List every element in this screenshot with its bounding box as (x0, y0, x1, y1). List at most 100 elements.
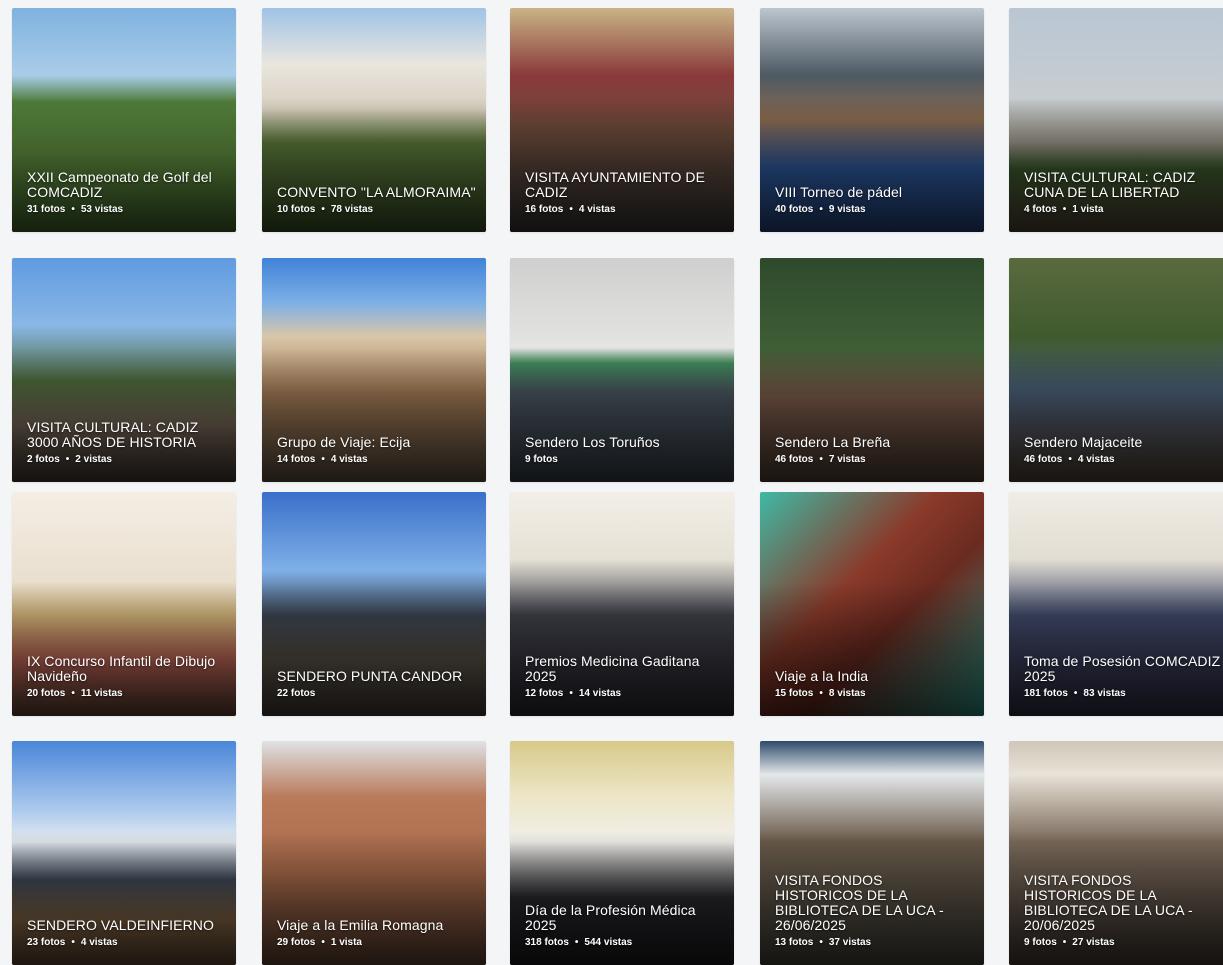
view-count: 4 vistas (330, 454, 368, 465)
album-stats: 318 fotos • 544 vistas (525, 937, 724, 949)
separator-dot: • (71, 204, 75, 215)
album-title: Sendero Majaceite (1024, 434, 1143, 450)
album-stats: 22 fotos (277, 688, 476, 700)
view-count: 2 vistas (75, 454, 112, 465)
photo-count: 46 fotos (1024, 454, 1063, 465)
view-count: 9 vistas (828, 204, 866, 215)
album-caption: SENDERO VALDEINFIERNO 23 fotos • 4 vistas (27, 918, 226, 949)
album-stats: 31 fotos • 53 vistas (27, 204, 226, 216)
album-card[interactable]: SENDERO PUNTA CANDOR 22 fotos (262, 492, 486, 716)
album-stats: 46 fotos • 7 vistas (775, 454, 974, 466)
separator-dot: • (819, 204, 823, 215)
album-card[interactable]: Día de la Profesión Médica 2025 318 fotos… (510, 741, 734, 965)
album-stats: 15 fotos • 8 vistas (775, 688, 974, 700)
view-count: 7 vistas (828, 454, 866, 465)
album-caption: Toma de Posesión COMCADIZ 2025 181 fotos •… (1024, 654, 1223, 700)
album-card[interactable]: XXII Campeonato de Golf del COMCADIZ 31 f… (12, 8, 236, 232)
album-caption: Grupo de Viaje: Ecija 14 fotos • 4 vistas (277, 435, 476, 466)
album-title: VISITA FONDOS HISTORICOS DE LA BIBLIOTEC… (775, 872, 944, 933)
photo-count: 12 fotos (525, 688, 564, 699)
separator-dot: • (1062, 937, 1067, 948)
album-title: SENDERO VALDEINFIERNO (27, 917, 214, 933)
album-caption: SENDERO PUNTA CANDOR 22 fotos (277, 669, 476, 700)
album-card[interactable]: VISITA CULTURAL: CADIZ CUNA DE LA LIBERT… (1009, 8, 1223, 232)
view-count: 4 vistas (80, 937, 118, 948)
separator-dot: • (65, 454, 70, 465)
album-card[interactable]: VISITA FONDOS HISTORICOS DE LA BIBLIOTEC… (1009, 741, 1223, 965)
photo-count: 22 fotos (277, 688, 316, 699)
album-stats: 2 fotos • 2 vistas (27, 454, 226, 466)
album-title: SENDERO PUNTA CANDOR (277, 668, 463, 684)
album-title: Grupo de Viaje: Ecija (277, 434, 411, 450)
album-stats: 4 fotos • 1 vista (1024, 204, 1223, 216)
album-card[interactable]: VISITA FONDOS HISTORICOS DE LA BIBLIOTEC… (760, 741, 984, 965)
album-stats: 9 fotos • 27 vistas (1024, 937, 1223, 949)
separator-dot: • (71, 688, 75, 699)
album-stats: 12 fotos • 14 vistas (525, 688, 724, 700)
separator-dot: • (321, 937, 325, 948)
album-card[interactable]: Viaje a la Emilia Romagna 29 fotos • 1 vist… (262, 741, 486, 965)
photo-count: 31 fotos (27, 204, 66, 215)
separator-dot: • (71, 937, 75, 948)
view-count: 53 vistas (80, 204, 124, 215)
photo-count: 9 fotos (525, 454, 558, 465)
album-card[interactable]: Toma de Posesión COMCADIZ 2025 181 fotos •… (1009, 492, 1223, 716)
album-stats: 181 fotos • 83 vistas (1024, 688, 1223, 700)
view-count: 8 vistas (828, 688, 866, 699)
album-title: Sendero La Breña (775, 434, 891, 450)
album-caption: VIII Torneo de pádel 40 fotos • 9 vistas (775, 185, 974, 216)
photo-count: 181 fotos (1024, 688, 1068, 699)
separator-dot: • (569, 204, 573, 215)
album-title: VISITA CULTURAL: CADIZ CUNA DE LA LIBERT… (1024, 169, 1196, 200)
album-card[interactable]: SENDERO VALDEINFIERNO 23 fotos • 4 vistas (12, 741, 236, 965)
photo-count: 9 fotos (1024, 937, 1057, 948)
photo-count: 13 fotos (775, 937, 814, 948)
separator-dot: • (321, 454, 325, 465)
view-count: 14 vistas (578, 688, 622, 699)
album-card[interactable]: Sendero Los Toruños 9 fotos (510, 258, 734, 482)
album-title: VIII Torneo de pádel (775, 184, 903, 200)
album-caption: VISITA CULTURAL: CADIZ CUNA DE LA LIBERT… (1024, 170, 1223, 216)
album-card[interactable]: IX Concurso Infantil de Dibujo Navideño 2… (12, 492, 236, 716)
view-count: 27 vistas (1072, 937, 1115, 948)
view-count: 37 vistas (828, 937, 872, 948)
album-stats: 10 fotos • 78 vistas (277, 204, 476, 216)
view-count: 83 vistas (1083, 688, 1126, 699)
album-caption: Día de la Profesión Médica 2025 318 fotos… (525, 903, 724, 949)
view-count: 1 vista (1072, 204, 1104, 215)
separator-dot: • (819, 454, 823, 465)
album-caption: VISITA FONDOS HISTORICOS DE LA BIBLIOTEC… (1024, 873, 1223, 949)
photo-count: 29 fotos (277, 937, 316, 948)
album-caption: Sendero Majaceite 46 fotos • 4 vistas (1024, 435, 1223, 466)
album-caption: XXII Campeonato de Golf del COMCADIZ 31 f… (27, 170, 226, 216)
album-title: Viaje a la Emilia Romagna (277, 917, 444, 933)
album-stats: 14 fotos • 4 vistas (277, 454, 476, 466)
photo-count: 40 fotos (775, 204, 814, 215)
separator-dot: • (574, 937, 579, 948)
album-card[interactable]: VIII Torneo de pádel 40 fotos • 9 vistas (760, 8, 984, 232)
album-title: Sendero Los Toruños (525, 434, 660, 450)
photo-count: 15 fotos (775, 688, 814, 699)
album-caption: VISITA FONDOS HISTORICOS DE LA BIBLIOTEC… (775, 873, 974, 949)
album-card[interactable]: Sendero La Breña 46 fotos • 7 vistas (760, 258, 984, 482)
album-caption: IX Concurso Infantil de Dibujo Navideño 2… (27, 654, 226, 700)
album-card[interactable]: Sendero Majaceite 46 fotos • 4 vistas (1009, 258, 1223, 482)
album-card[interactable]: VISITA AYUNTAMIENTO DE CADIZ 16 fotos • 4 v… (510, 8, 734, 232)
view-count: 4 vistas (578, 204, 616, 215)
separator-dot: • (1062, 204, 1067, 215)
album-stats: 29 fotos • 1 vista (277, 937, 476, 949)
album-card[interactable]: Viaje a la India 15 fotos • 8 vistas (760, 492, 984, 716)
view-count: 11 vistas (80, 688, 123, 699)
album-caption: VISITA CULTURAL: CADIZ 3000 AÑOS DE HIST… (27, 420, 226, 466)
photo-count: 14 fotos (277, 454, 316, 465)
album-stats: 20 fotos • 11 vistas (27, 688, 226, 700)
album-caption: VISITA AYUNTAMIENTO DE CADIZ 16 fotos • 4 v… (525, 170, 724, 216)
separator-dot: • (321, 204, 325, 215)
album-card[interactable]: VISITA CULTURAL: CADIZ 3000 AÑOS DE HIST… (12, 258, 236, 482)
album-stats: 9 fotos (525, 454, 724, 466)
album-card[interactable]: CONVENTO "LA ALMORAIMA" 10 fotos • 78 vista… (262, 8, 486, 232)
album-card[interactable]: Grupo de Viaje: Ecija 14 fotos • 4 vistas (262, 258, 486, 482)
album-card[interactable]: Premios Medicina Gaditana 2025 12 fotos • 1… (510, 492, 734, 716)
album-stats: 23 fotos • 4 vistas (27, 937, 226, 949)
album-title: CONVENTO "LA ALMORAIMA" (277, 184, 476, 200)
